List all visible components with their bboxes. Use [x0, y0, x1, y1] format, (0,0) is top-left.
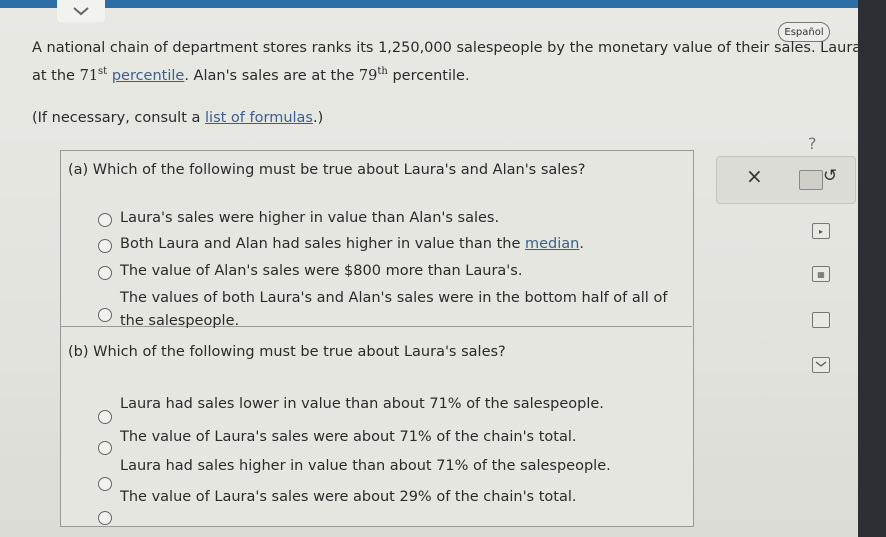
- play-icon[interactable]: ▸: [812, 223, 830, 239]
- language-button[interactable]: Español: [778, 22, 830, 42]
- part-a-option-3[interactable]: The value of Alan's sales were $800 more…: [120, 263, 522, 279]
- part-a-option-2-end: .: [579, 236, 584, 252]
- formulas-link[interactable]: list of formulas: [205, 110, 313, 126]
- part-b-question: (b) Which of the following must be true …: [68, 344, 506, 360]
- window-edge: [858, 0, 886, 537]
- clear-button[interactable]: ×: [746, 164, 763, 188]
- part-b-radio-3[interactable]: [98, 477, 112, 491]
- part-a-question: (a) Which of the following must be true …: [68, 162, 586, 178]
- part-a-option-4[interactable]: The values of both Laura's and Alan's sa…: [120, 290, 667, 306]
- part-a-radio-4[interactable]: [98, 308, 112, 322]
- percentile-link[interactable]: percentile: [112, 68, 185, 84]
- undo-button[interactable]: ↺: [823, 166, 837, 186]
- part-b-option-2[interactable]: The value of Laura's sales were about 71…: [120, 429, 577, 445]
- help-icon[interactable]: ?: [808, 134, 817, 153]
- calculator-icon[interactable]: [799, 170, 823, 190]
- problem-line-2: at the 71st percentile. Alan's sales are…: [32, 66, 470, 84]
- part-a-radio-2[interactable]: [98, 239, 112, 253]
- problem-line-1: A national chain of department stores ra…: [32, 40, 873, 56]
- page: Español A national chain of department s…: [0, 0, 886, 537]
- part-a-option-2[interactable]: Both Laura and Alan had sales higher in …: [120, 236, 584, 252]
- part-b-option-1[interactable]: Laura had sales lower in value than abou…: [120, 396, 604, 412]
- alan-percentile: 79th: [358, 66, 388, 84]
- problem-mid: . Alan's sales are at the: [184, 67, 355, 84]
- part-b-radio-4[interactable]: [98, 511, 112, 525]
- part-a-radio-1[interactable]: [98, 213, 112, 227]
- part-a-radio-3[interactable]: [98, 266, 112, 280]
- part-b-radio-2[interactable]: [98, 441, 112, 455]
- mail-icon[interactable]: [812, 357, 830, 373]
- chevron-down-icon[interactable]: [57, 0, 105, 22]
- consult-prefix: (If necessary, consult a: [32, 110, 201, 126]
- part-a-option-1[interactable]: Laura's sales were higher in value than …: [120, 210, 499, 226]
- data-table-icon[interactable]: ▦: [812, 266, 830, 282]
- problem-end: percentile.: [392, 67, 470, 84]
- laura-percentile: 71st: [79, 66, 108, 84]
- problem-prefix: at the: [32, 67, 75, 84]
- part-a-option-4-cont[interactable]: the salespeople.: [120, 313, 239, 329]
- consult-suffix: .): [312, 110, 324, 126]
- median-link[interactable]: median: [525, 236, 579, 252]
- part-a-option-2-text: Both Laura and Alan had sales higher in …: [120, 236, 521, 252]
- part-b-radio-1[interactable]: [98, 410, 112, 424]
- consult-line: (If necessary, consult a list of formula…: [32, 110, 323, 126]
- part-b-option-4[interactable]: The value of Laura's sales were about 29…: [120, 489, 577, 505]
- top-bar: [0, 0, 886, 8]
- text-icon[interactable]: [812, 312, 830, 328]
- part-b-option-3[interactable]: Laura had sales higher in value than abo…: [120, 458, 611, 474]
